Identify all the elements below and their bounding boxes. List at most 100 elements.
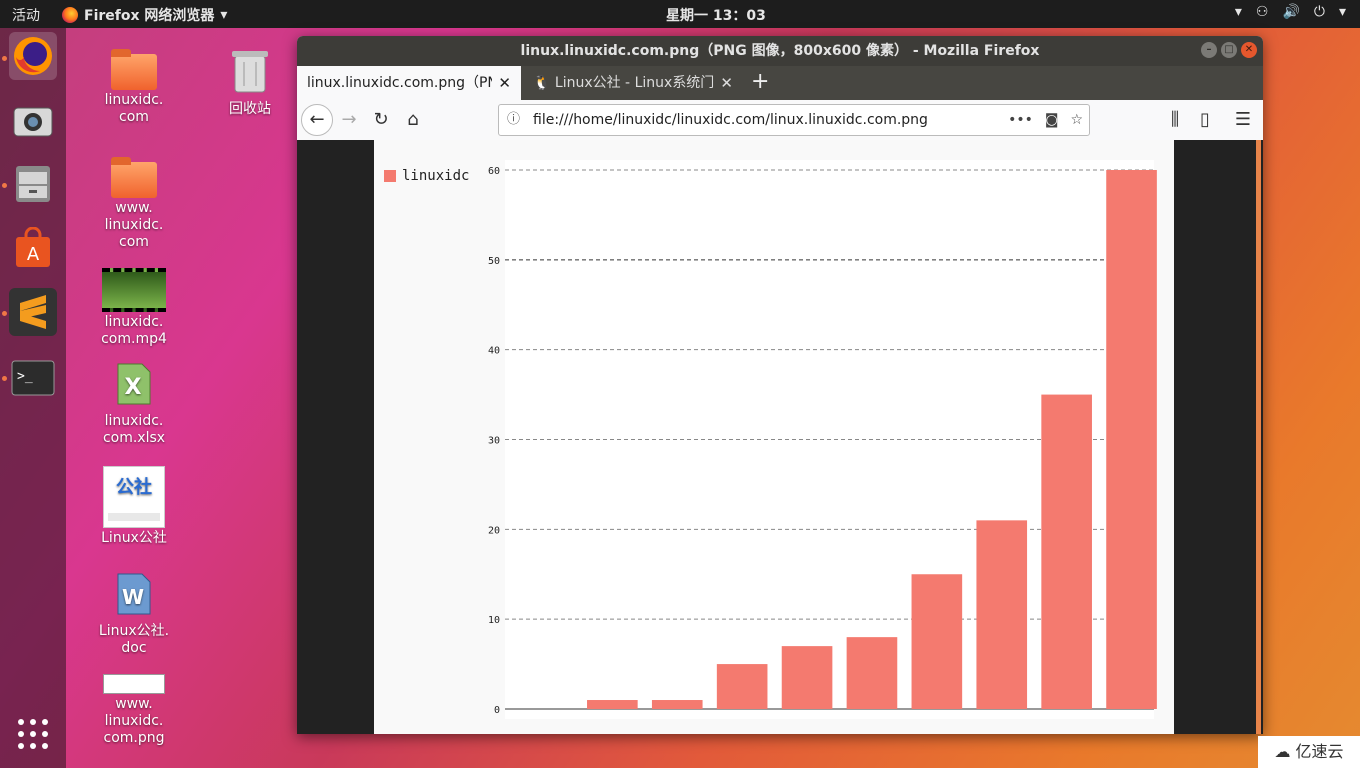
desktop-folder-linuxidc[interactable]: linuxidc. com bbox=[94, 49, 174, 126]
window-titlebar[interactable]: linux.linuxidc.com.png（PNG 图像，800x600 像素… bbox=[297, 36, 1263, 66]
image-thumbnail-icon bbox=[103, 674, 165, 694]
desktop-icon-label: Linux公社. doc bbox=[98, 623, 170, 656]
bar bbox=[651, 700, 703, 709]
bar bbox=[976, 520, 1028, 709]
reload-button[interactable]: ↻ bbox=[367, 106, 395, 134]
tab-label: Linux公社 - Linux系统门户 bbox=[554, 75, 729, 91]
app-menu-label: Firefox 网络浏览器 bbox=[84, 8, 215, 24]
chevron-down-icon[interactable]: ▾ bbox=[1235, 4, 1242, 20]
desktop-png[interactable]: www. linuxidc. com.png bbox=[94, 674, 174, 747]
running-indicator bbox=[2, 376, 7, 381]
close-tab-icon[interactable]: ✕ bbox=[714, 66, 733, 100]
url-text: file:///home/linuxidc/linuxidc.com/linux… bbox=[533, 112, 928, 128]
desktop-video[interactable]: linuxidc. com.mp4 bbox=[94, 268, 174, 348]
svg-text:A: A bbox=[27, 244, 40, 265]
dock-sublime[interactable] bbox=[9, 288, 57, 336]
tab-image[interactable]: linux.linuxidc.com.png（PNG ✕ bbox=[297, 66, 521, 100]
sublime-icon bbox=[20, 295, 46, 329]
tab-label: linux.linuxidc.com.png（PNG bbox=[307, 75, 509, 91]
trash-icon bbox=[210, 48, 290, 99]
file-cabinet-icon bbox=[16, 166, 50, 202]
grid-icon bbox=[18, 719, 48, 749]
menu-icon[interactable]: ☰ bbox=[1229, 106, 1257, 134]
chevron-down-icon[interactable]: ▾ bbox=[1339, 4, 1346, 20]
desktop-icon-label: linuxidc. com bbox=[104, 92, 164, 125]
close-button[interactable]: ✕ bbox=[1241, 42, 1257, 58]
content-area: 0 10 20 30 40 50 60 linuxidc bbox=[297, 140, 1263, 734]
desktop-icon-label: linuxidc. com.xlsx bbox=[102, 413, 166, 446]
software-bag-icon: A bbox=[16, 227, 50, 267]
bar bbox=[846, 637, 898, 709]
minimize-button[interactable]: – bbox=[1201, 42, 1217, 58]
penguin-icon: 🐧 bbox=[533, 75, 551, 91]
desktop-icon-label: linuxidc. com.mp4 bbox=[101, 314, 167, 347]
desktop-xlsx[interactable]: X linuxidc. com.xlsx bbox=[94, 362, 174, 447]
bar bbox=[587, 700, 638, 709]
bar bbox=[1041, 394, 1092, 709]
running-indicator bbox=[2, 56, 7, 61]
desktop-icon-label: 回收站 bbox=[229, 101, 271, 117]
svg-text:公社: 公社 bbox=[116, 476, 152, 498]
tab-linux-portal[interactable]: 🐧 Linux公社 - Linux系统门户 ✕ bbox=[523, 66, 743, 100]
power-icon[interactable]: ⏻ bbox=[1314, 4, 1325, 20]
sidebar-icon[interactable]: ▯ bbox=[1191, 106, 1219, 134]
more-actions-icon[interactable]: ••• bbox=[1008, 105, 1033, 135]
network-icon[interactable]: ⚇ bbox=[1256, 4, 1269, 20]
dock-files[interactable] bbox=[9, 160, 57, 208]
cloud-logo-icon: ☁ bbox=[1274, 742, 1291, 761]
clock[interactable]: 星期一 13：03 bbox=[666, 5, 766, 25]
dock-terminal[interactable]: >_ bbox=[9, 354, 57, 402]
watermark-text: 亿速云 bbox=[1295, 742, 1344, 761]
volume-icon[interactable]: 🔊 bbox=[1282, 4, 1299, 20]
y-tick-label: 50 bbox=[488, 256, 500, 267]
bar-chart: 0 10 20 30 40 50 60 linuxidc bbox=[384, 160, 1157, 719]
library-icon[interactable]: ⫼ bbox=[1161, 106, 1189, 134]
desktop-linux-logo[interactable]: 公社 Linux公社 bbox=[94, 466, 174, 547]
scrollbar[interactable] bbox=[1256, 140, 1261, 734]
desktop-icon-label: Linux公社 bbox=[101, 530, 167, 546]
desktop-doc[interactable]: W Linux公社. doc bbox=[94, 572, 174, 657]
dock-software[interactable]: A bbox=[9, 224, 57, 272]
bookmark-star-icon[interactable]: ☆ bbox=[1070, 105, 1083, 135]
forward-button[interactable]: → bbox=[335, 106, 363, 134]
navigation-bar: ← → ↻ ⌂ ⓘ file:///home/linuxidc/linuxidc… bbox=[297, 100, 1263, 141]
y-tick-label: 10 bbox=[488, 615, 500, 626]
running-indicator bbox=[2, 183, 7, 188]
y-tick-label: 0 bbox=[494, 705, 500, 716]
pocket-icon[interactable]: ◙ bbox=[1045, 105, 1059, 135]
y-tick-label: 60 bbox=[488, 166, 500, 177]
app-menu[interactable]: Firefox 网络浏览器 ▾ bbox=[62, 5, 227, 25]
back-button[interactable]: ← bbox=[301, 104, 333, 136]
image-view: 0 10 20 30 40 50 60 linuxidc bbox=[374, 140, 1174, 734]
folder-icon bbox=[111, 49, 157, 90]
dock-camera[interactable] bbox=[9, 96, 57, 144]
firefox-icon bbox=[62, 7, 78, 23]
new-tab-button[interactable]: + bbox=[751, 66, 769, 98]
bar bbox=[781, 646, 833, 709]
chevron-down-icon: ▾ bbox=[220, 7, 228, 23]
terminal-icon: >_ bbox=[11, 360, 55, 396]
close-tab-icon[interactable]: ✕ bbox=[492, 66, 511, 100]
svg-text:X: X bbox=[125, 375, 142, 400]
system-tray[interactable]: ▾ ⚇ 🔊 ⏻ ▾ bbox=[1235, 4, 1346, 20]
desktop-folder-www[interactable]: www. linuxidc. com bbox=[94, 157, 174, 251]
bar bbox=[1106, 170, 1157, 709]
url-bar[interactable]: ⓘ file:///home/linuxidc/linuxidc.com/lin… bbox=[498, 104, 1090, 136]
show-apps-button[interactable] bbox=[9, 710, 57, 758]
svg-text:>_: >_ bbox=[17, 369, 33, 384]
firefox-icon bbox=[14, 37, 52, 75]
info-icon[interactable]: ⓘ bbox=[507, 105, 520, 135]
linux-logo-image-icon: 公社 bbox=[103, 466, 165, 528]
home-button[interactable]: ⌂ bbox=[399, 106, 427, 134]
running-indicator bbox=[2, 311, 7, 316]
maximize-button[interactable]: □ bbox=[1221, 42, 1237, 58]
folder-icon bbox=[111, 157, 157, 198]
desktop-icon-label: www. linuxidc. com.png bbox=[103, 696, 165, 746]
desktop-trash[interactable]: 回收站 bbox=[210, 48, 290, 118]
legend-swatch bbox=[384, 170, 396, 182]
dock-firefox[interactable] bbox=[9, 32, 57, 80]
y-tick-label: 20 bbox=[488, 525, 500, 536]
y-tick-label: 40 bbox=[488, 346, 500, 357]
top-bar: 活动 Firefox 网络浏览器 ▾ 星期一 13：03 ▾ ⚇ 🔊 ⏻ ▾ bbox=[0, 0, 1360, 28]
activities-button[interactable]: 活动 bbox=[12, 5, 40, 25]
